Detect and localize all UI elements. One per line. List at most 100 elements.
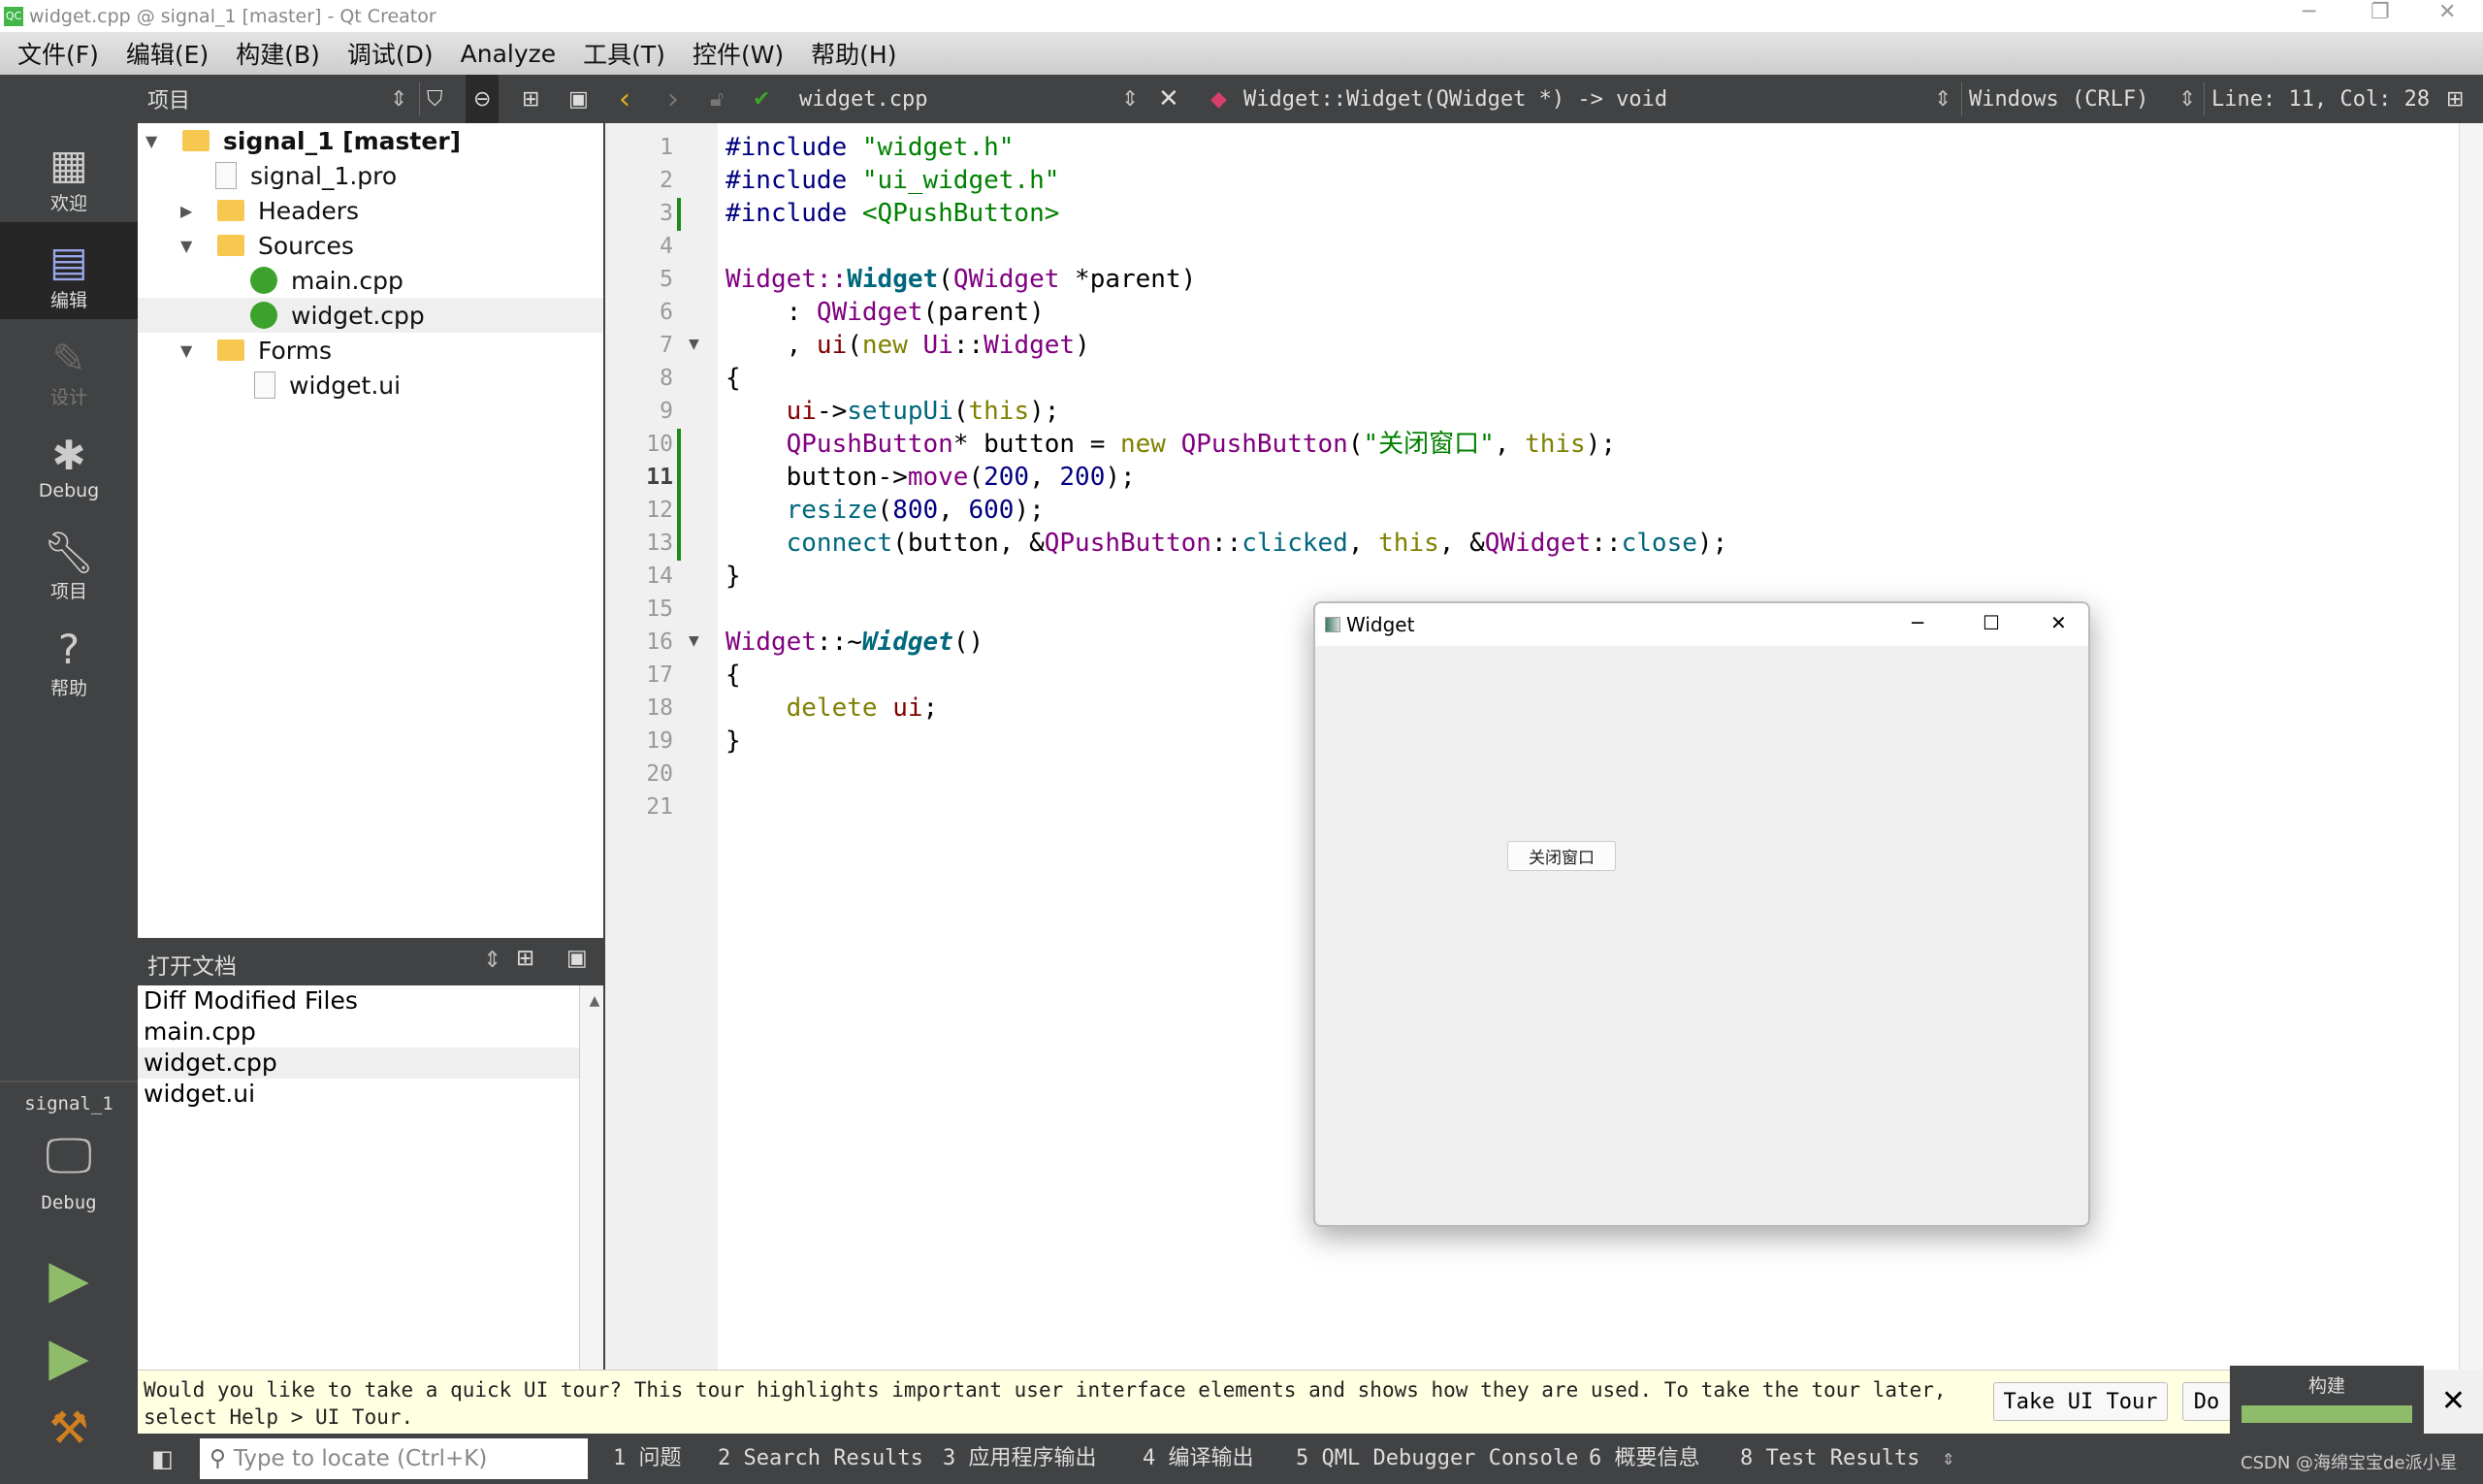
dismiss-tour-button[interactable]: Do [2182, 1382, 2231, 1421]
link-editor-icon[interactable]: ⊖ [466, 75, 500, 123]
toggle-sidebar-icon[interactable]: ◧ [151, 1445, 174, 1472]
mode-projects[interactable]: 🔧︎ 项目 [0, 529, 138, 626]
build-progress[interactable]: 构建 [2230, 1366, 2424, 1434]
tree-item-sources[interactable]: ▼ Sources [180, 228, 354, 263]
fold-arrow-icon[interactable]: ▼ [689, 337, 699, 352]
kit-config[interactable]: Debug [0, 1192, 138, 1213]
output-tab-compile-output[interactable]: 4 编译输出 [1143, 1434, 1254, 1484]
code-token: QWidget [1484, 529, 1592, 558]
code-line[interactable]: #include <QPushButton> [726, 197, 1059, 230]
code-line[interactable]: : QWidget(parent) [726, 296, 1045, 329]
widget-close-button[interactable]: ✕ [2050, 611, 2067, 634]
menu-edit[interactable]: 编辑(E) [126, 36, 209, 71]
tree-item-pro[interactable]: signal_1.pro [215, 158, 397, 193]
code-line[interactable]: Widget::Widget(QWidget *parent) [726, 263, 1196, 296]
open-doc-item[interactable]: Diff Modified Files [138, 985, 603, 1016]
locate-input[interactable]: ⚲ Type to locate (Ctrl+K) [200, 1438, 588, 1479]
code-line[interactable]: } [726, 725, 741, 758]
code-line[interactable]: #include "widget.h" [726, 131, 1014, 164]
tree-item-widget-ui[interactable]: widget.ui [254, 368, 401, 403]
filter-icon[interactable]: ⛉ [427, 75, 443, 123]
code-line[interactable]: connect(button, &QPushButton::clicked, t… [726, 527, 1728, 560]
mode-design[interactable]: ✎ 设计 [0, 335, 138, 432]
output-tab-general-messages[interactable]: 6 概要信息 [1589, 1434, 1700, 1484]
cursor-position[interactable]: Line: 11, Col: 28 [2211, 75, 2430, 123]
output-tabs-arrows-icon[interactable]: ⇕ [1942, 1434, 1954, 1484]
debug-run-icon[interactable]: ▶ [0, 1326, 138, 1387]
mode-debug[interactable]: ✱ Debug [0, 432, 138, 529]
code-line[interactable]: delete ui; [726, 692, 939, 725]
file-selector-arrows-icon[interactable]: ⇕ [1121, 75, 1139, 123]
build-hammer-icon[interactable]: ⚒ [0, 1402, 138, 1454]
tree-item-widget-cpp[interactable]: widget.cpp [138, 298, 603, 333]
code-line[interactable]: { [726, 659, 741, 692]
widget-minimize-button[interactable]: ─ [1912, 611, 1923, 634]
minimize-button[interactable]: ─ [2303, 0, 2315, 24]
open-file-name[interactable]: widget.cpp [799, 75, 927, 123]
output-tab-qml-debugger[interactable]: 5 QML Debugger Console [1296, 1434, 1578, 1484]
code-line[interactable]: Widget::~Widget() [726, 626, 984, 659]
selector-arrows-icon[interactable]: ⇕ [483, 948, 501, 973]
tree-item-project[interactable]: ▼ signal_1 [master] [145, 123, 461, 158]
close-window-push-button[interactable]: 关闭窗口 [1507, 841, 1616, 871]
run-icon[interactable]: ▶ [0, 1248, 138, 1309]
code-line[interactable]: QPushButton* button = new QPushButton("关… [726, 428, 1616, 461]
output-tab-app-output[interactable]: 3 应用程序输出 [943, 1434, 1097, 1484]
open-docs-scrollbar[interactable]: ▲ [579, 985, 603, 1370]
line-number: 7 [660, 333, 673, 358]
code-line[interactable]: } [726, 560, 741, 593]
collapse-arrow-icon[interactable]: ▶ [180, 202, 204, 220]
panel-selector-arrows-icon[interactable]: ⇕ [390, 75, 407, 123]
code-line[interactable]: button->move(200, 200); [726, 461, 1136, 494]
menu-build[interactable]: 构建(B) [236, 36, 320, 71]
tree-item-forms[interactable]: ▼ Forms [180, 333, 332, 368]
close-tour-icon[interactable]: ✕ [2424, 1370, 2483, 1434]
expand-arrow-icon[interactable]: ▼ [180, 341, 204, 360]
expand-arrow-icon[interactable]: ▼ [145, 132, 169, 150]
menu-file[interactable]: 文件(F) [17, 36, 99, 71]
open-doc-item[interactable]: widget.cpp [138, 1048, 584, 1079]
back-icon[interactable]: ‹ [619, 75, 630, 123]
menu-debug[interactable]: 调试(D) [347, 36, 434, 71]
split-editor-icon[interactable]: ⊞ [2446, 75, 2464, 123]
take-ui-tour-button[interactable]: Take UI Tour [1993, 1382, 2168, 1421]
menu-analyze[interactable]: Analyze [461, 40, 557, 68]
forward-icon[interactable]: › [667, 75, 679, 123]
line-ending-selector[interactable]: Windows (CRLF) [1969, 75, 2148, 123]
close-document-icon[interactable]: ✕ [1158, 75, 1179, 123]
fold-arrow-icon[interactable]: ▼ [689, 633, 699, 649]
close-panel-icon[interactable]: ▣ [566, 946, 588, 971]
symbol-arrows-icon[interactable]: ⇕ [1934, 75, 1951, 123]
tree-item-headers[interactable]: ▶ Headers [180, 193, 359, 228]
monitor-icon[interactable]: 🖵︎ [0, 1127, 138, 1184]
editor-scrollbar[interactable] [2459, 123, 2483, 1370]
output-tab-test-results[interactable]: 8 Test Results [1740, 1434, 1919, 1484]
symbol-selector[interactable]: Widget::Widget(QWidget *) -> void [1243, 75, 1667, 123]
kit-project-name[interactable]: signal_1 [0, 1093, 138, 1114]
tree-item-main-cpp[interactable]: main.cpp [250, 263, 403, 298]
menu-controls[interactable]: 控件(W) [693, 36, 784, 71]
output-tab-issues[interactable]: 1 问题 [613, 1434, 682, 1484]
output-tab-search-results[interactable]: 2 Search Results [718, 1434, 923, 1484]
close-window-button[interactable]: ✕ [2438, 0, 2456, 24]
mode-edit[interactable]: ▤ 编辑 [0, 222, 138, 319]
open-doc-item[interactable]: widget.ui [138, 1079, 603, 1110]
menu-help[interactable]: 帮助(H) [811, 36, 896, 71]
widget-maximize-button[interactable]: ☐ [1983, 611, 2000, 634]
close-panel-icon[interactable]: ▣ [568, 75, 589, 123]
code-line[interactable]: #include "ui_widget.h" [726, 164, 1059, 197]
code-line[interactable]: { [726, 362, 741, 395]
mode-help[interactable]: ? 帮助 [0, 626, 138, 723]
split-icon[interactable]: ⊞ [516, 946, 534, 971]
line-ending-arrows-icon[interactable]: ⇕ [2178, 75, 2196, 123]
split-icon[interactable]: ⊞ [522, 75, 539, 123]
open-doc-item[interactable]: main.cpp [138, 1016, 603, 1048]
panel-selector[interactable]: 项目 [147, 75, 190, 123]
code-line[interactable]: , ui(new Ui::Widget) [726, 329, 1090, 362]
expand-arrow-icon[interactable]: ▼ [180, 237, 204, 255]
restore-button[interactable]: ❐ [2370, 0, 2390, 24]
menu-tools[interactable]: 工具(T) [583, 36, 665, 71]
code-line[interactable]: ui->setupUi(this); [726, 395, 1060, 428]
code-line[interactable]: resize(800, 600); [726, 494, 1045, 527]
